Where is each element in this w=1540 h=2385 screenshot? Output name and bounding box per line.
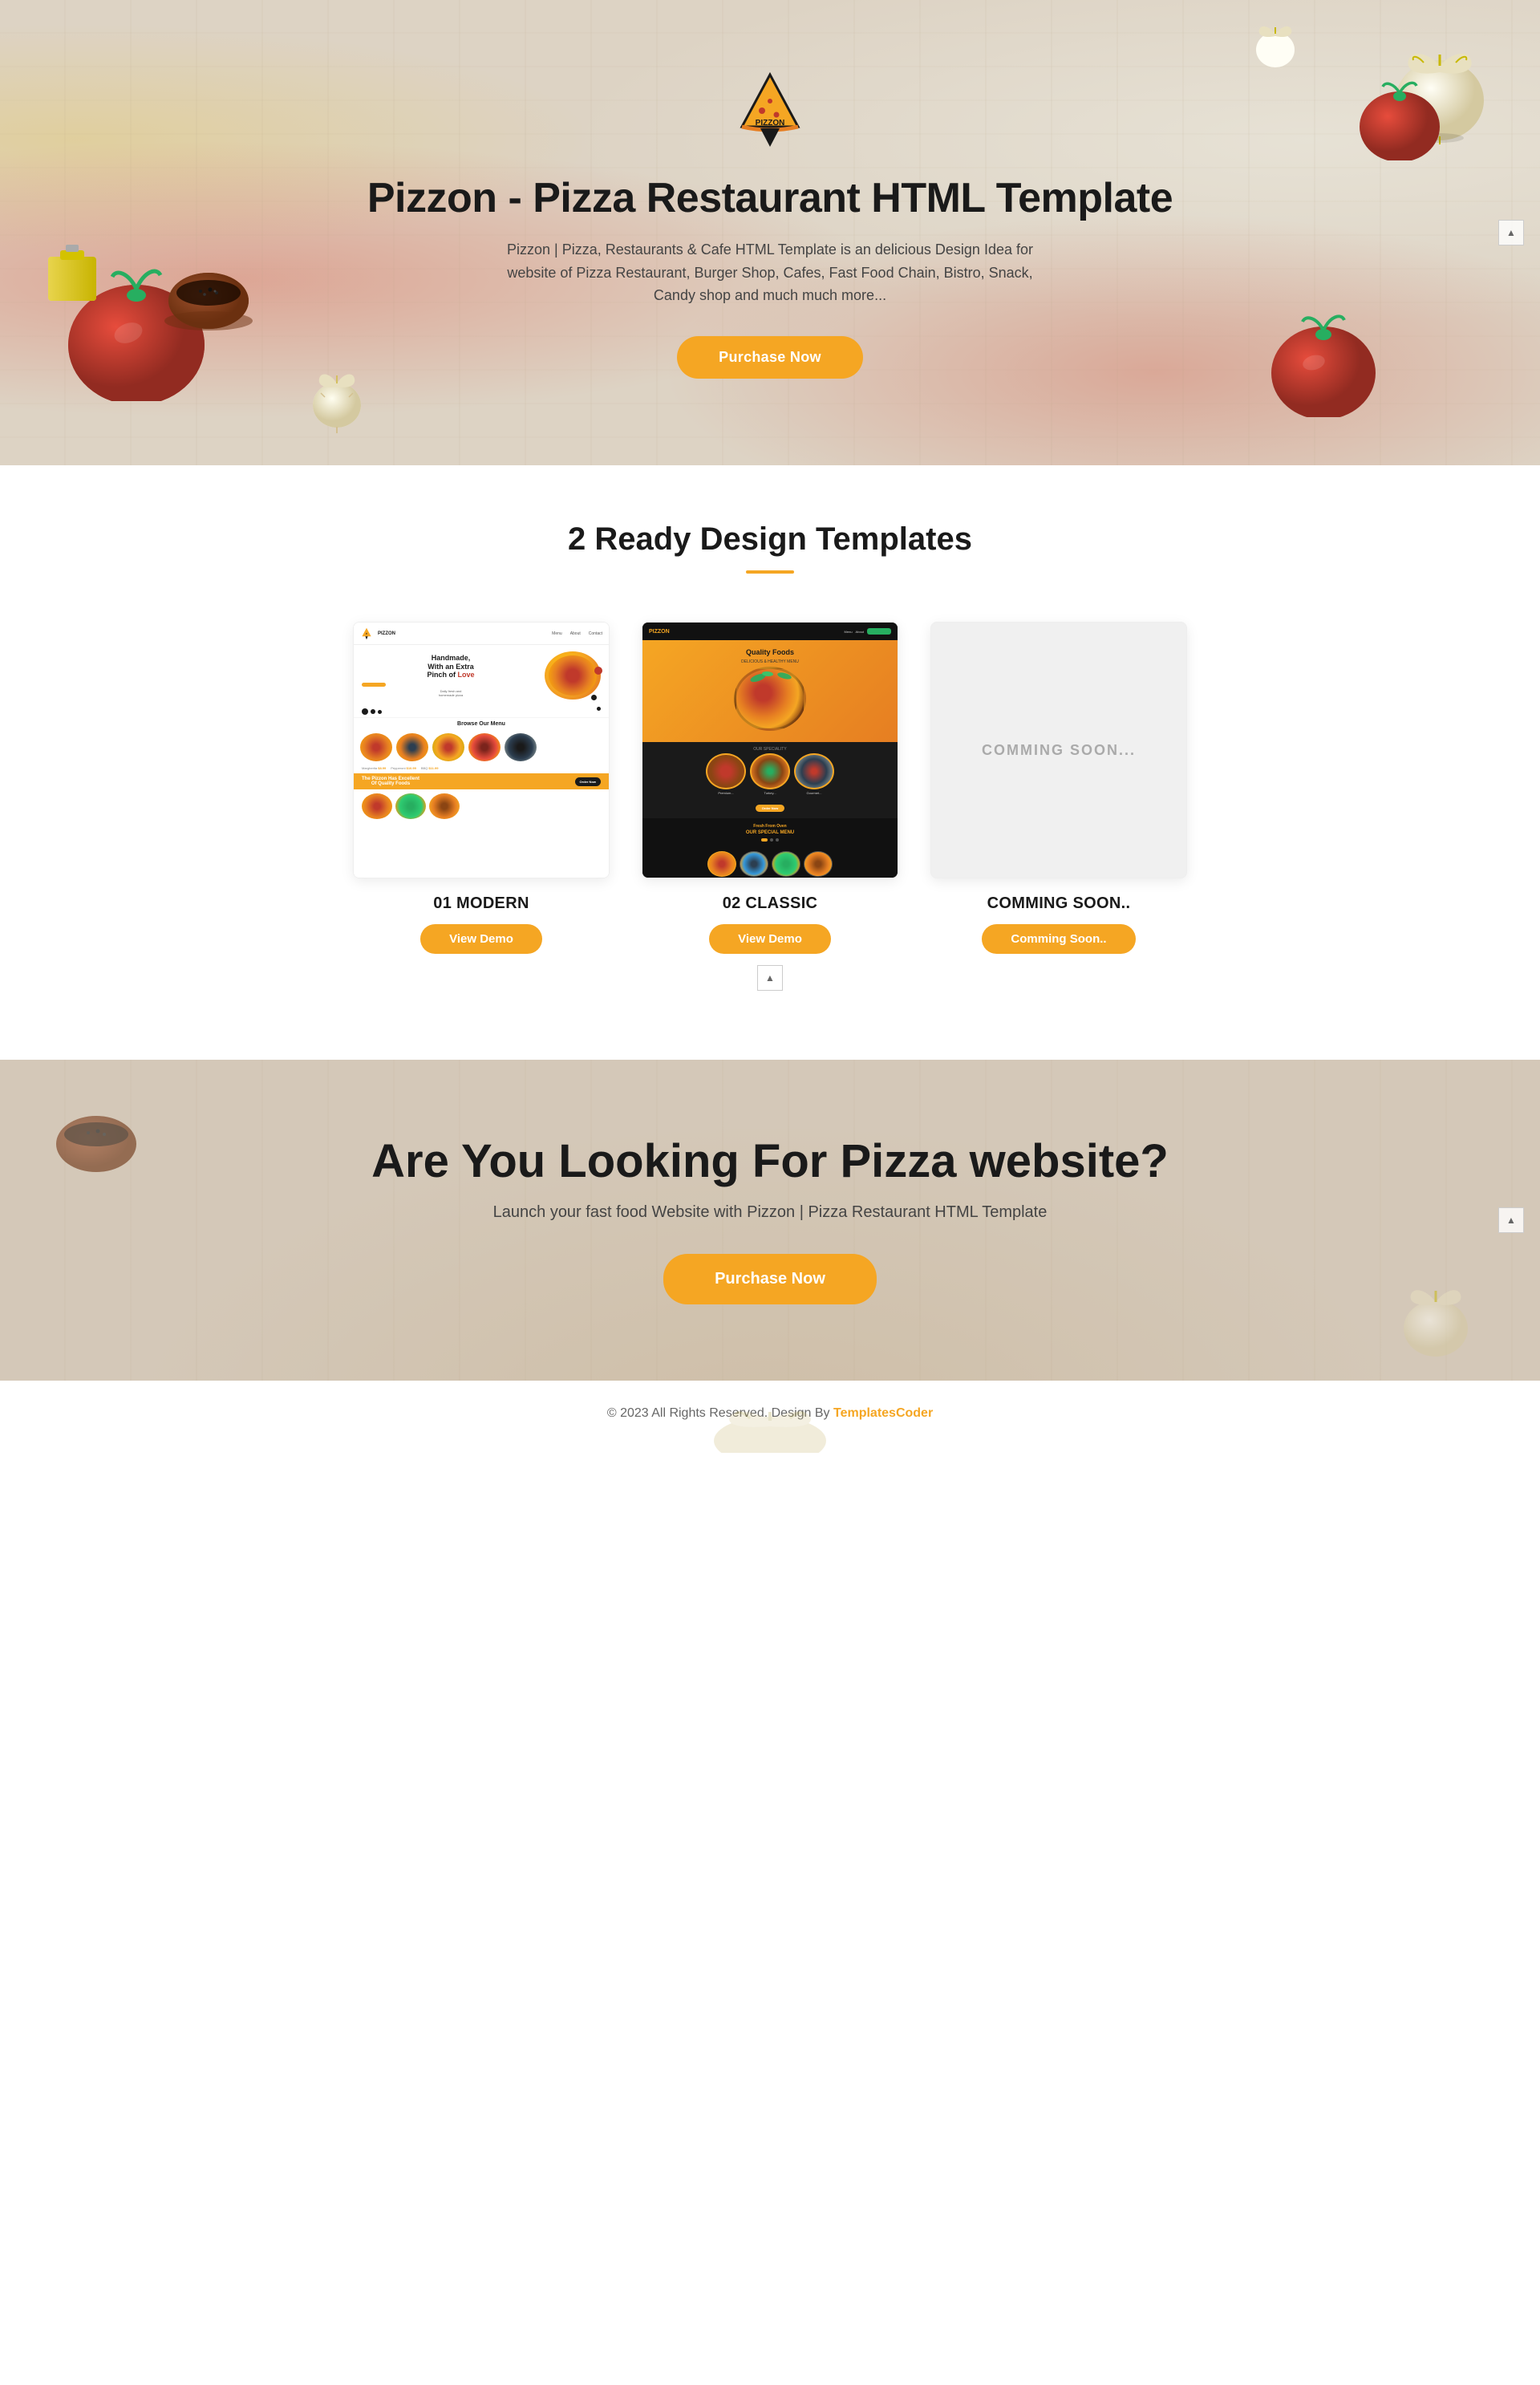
hero-description: Pizzon | Pizza, Restaurants & Cafe HTML …: [497, 238, 1043, 307]
hero-scroll-button[interactable]: ▲: [1498, 220, 1524, 245]
tomato-right-deco: [1267, 313, 1380, 417]
svg-text:PIZZON: PIZZON: [756, 119, 785, 128]
footer: © 2023 All Rights Reserved. Design By Te…: [0, 1381, 1540, 1453]
template-card-modern: P PIZZON Menu About Contact Handmade,Wit…: [353, 622, 610, 954]
coming-soon-button[interactable]: Comming Soon..: [982, 924, 1135, 954]
cta-section: Are You Looking For Pizza website? Launc…: [0, 1060, 1540, 1381]
template-card-classic: PIZZON Menu About Quality Foods DELICIOU…: [642, 622, 898, 954]
classic-preview-content: PIZZON Menu About Quality Foods DELICIOU…: [642, 623, 898, 878]
cta-spice-deco: [48, 1100, 144, 1180]
view-demo-classic-button[interactable]: View Demo: [709, 924, 831, 954]
template-name-classic: 02 CLASSIC: [723, 894, 818, 913]
cta-scroll-button[interactable]: ▲: [1498, 1207, 1524, 1233]
tomato-top-right-deco: [1356, 80, 1444, 160]
cta-purchase-button[interactable]: Purchase Now: [663, 1254, 877, 1304]
hero-section: PIZZON Pizzon - Pizza Restaurant HTML Te…: [0, 0, 1540, 465]
view-demo-modern-button[interactable]: View Demo: [420, 924, 542, 954]
hero-logo: PIZZON: [730, 71, 810, 155]
garlic-right-deco: [1388, 48, 1492, 144]
tomato-left-deco: [64, 265, 209, 401]
svg-text:P: P: [366, 631, 367, 635]
garlic-mid-deco: [297, 369, 377, 433]
templates-grid: P PIZZON Menu About Contact Handmade,Wit…: [80, 622, 1460, 954]
garlic-small-deco: [1251, 24, 1299, 68]
section-underline: [746, 570, 794, 574]
hero-title: Pizzon - Pizza Restaurant HTML Template: [367, 174, 1173, 222]
template-preview-modern[interactable]: P PIZZON Menu About Contact Handmade,Wit…: [353, 622, 610, 878]
template-name-modern: 01 MODERN: [433, 894, 529, 913]
template-preview-coming-soon: COMMING SOON...: [930, 622, 1187, 878]
hero-purchase-button[interactable]: Purchase Now: [677, 336, 863, 379]
footer-link[interactable]: TemplatesCoder: [833, 1406, 933, 1420]
cta-description: Launch your fast food Website with Pizzo…: [493, 1203, 1048, 1222]
template-card-coming-soon: COMMING SOON... COMMING SOON.. Comming S…: [930, 622, 1187, 954]
modern-preview-content: P PIZZON Menu About Contact Handmade,Wit…: [354, 623, 609, 878]
cta-garlic-deco: [1396, 1284, 1476, 1357]
footer-garlic-deco: [706, 1409, 834, 1453]
cta-title: Are You Looking For Pizza website?: [371, 1136, 1169, 1187]
templates-scroll-button[interactable]: ▲: [757, 965, 783, 991]
coming-soon-text: COMMING SOON...: [982, 742, 1136, 759]
modern-nav: P PIZZON Menu About Contact: [354, 623, 609, 645]
spice-bowl-deco: [160, 257, 257, 337]
templates-section-title: 2 Ready Design Templates: [80, 521, 1460, 558]
template-name-coming-soon: COMMING SOON..: [987, 894, 1131, 913]
template-preview-classic[interactable]: PIZZON Menu About Quality Foods DELICIOU…: [642, 622, 898, 878]
olive-oil-deco: [40, 241, 112, 305]
pizzon-logo-svg: PIZZON: [730, 71, 810, 151]
classic-nav: PIZZON Menu About: [642, 623, 898, 640]
templates-section: 2 Ready Design Templates P PIZZON Men: [0, 465, 1540, 1060]
